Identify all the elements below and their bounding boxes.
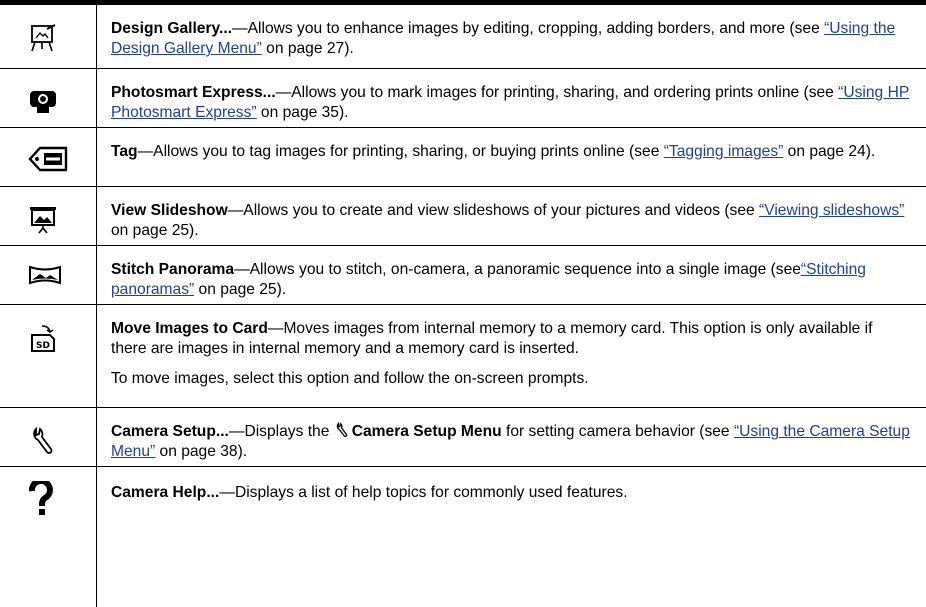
item-description-cont: for setting camera behavior (see (501, 423, 734, 440)
wrench-icon (33, 426, 53, 454)
item-title: Photosmart Express... (111, 84, 276, 101)
row-text: Design Gallery...—Allows you to enhance … (111, 19, 912, 59)
table-row: Tag—Allows you to tag images for printin… (0, 128, 926, 187)
svg-text:SD: SD (36, 341, 50, 351)
item-title: Stitch Panorama (111, 261, 235, 278)
item-description: —Allows you to mark images for printing,… (275, 84, 839, 101)
row-text: Camera Setup...—Displays the Camera Setu… (111, 421, 912, 462)
item-tail: on page 38). (155, 443, 248, 460)
move-to-card-icon: SD (31, 325, 55, 352)
icon-cell (0, 467, 97, 607)
item-description: —Allows you to stitch, on-camera, a pano… (234, 261, 801, 278)
table-row: SD Move Images to Card—Moves images from… (0, 305, 926, 408)
item-title: Move Images to Card (111, 320, 268, 337)
item-title: Design Gallery... (111, 20, 233, 37)
item-note: To move images, select this option and f… (111, 370, 589, 387)
item-description: —Allows you to create and view slideshow… (227, 202, 760, 219)
design-gallery-icon (31, 24, 56, 52)
table-row: Stitch Panorama—Allows you to stitch, on… (0, 246, 926, 305)
icon-cell (0, 187, 97, 245)
item-tail: on page 25). (194, 281, 287, 298)
page-link[interactable]: “Viewing slideshows” (759, 202, 904, 219)
row-text: Move Images to Card—Moves images from in… (111, 319, 912, 389)
item-description: —Allows you to tag images for printing, … (137, 143, 664, 160)
icon-cell (0, 408, 97, 466)
icon-cell (0, 246, 97, 304)
icon-cell (0, 69, 97, 127)
page-link[interactable]: “Tagging images” (664, 143, 784, 160)
item-tail: on page 35). (256, 104, 349, 121)
row-text: Tag—Allows you to tag images for printin… (111, 142, 912, 162)
item-description: —Allows you to enhance images by editing… (232, 20, 825, 37)
item-tail: on page 24). (783, 143, 876, 160)
table-row: View Slideshow—Allows you to create and … (0, 187, 926, 246)
table-row: Camera Help...—Displays a list of help t… (0, 467, 926, 607)
help-icon (28, 481, 53, 515)
icon-cell: SD (0, 305, 97, 407)
menu-name: Camera Setup Menu (351, 423, 502, 440)
row-text: Stitch Panorama—Allows you to stitch, on… (111, 260, 912, 300)
table-row: Design Gallery...—Allows you to enhance … (0, 5, 926, 69)
item-title: Camera Setup... (111, 423, 229, 440)
icon-cell (0, 128, 97, 186)
item-title: Camera Help... (111, 484, 220, 501)
panorama-icon (29, 265, 61, 285)
item-description: —Displays the (228, 423, 334, 440)
item-description: —Displays a list of help topics for comm… (219, 484, 628, 501)
table-row: Camera Setup...—Displays the Camera Setu… (0, 408, 926, 467)
row-text: Camera Help...—Displays a list of help t… (111, 483, 912, 503)
icon-cell (0, 5, 97, 68)
tag-icon (28, 146, 68, 172)
slideshow-icon (30, 207, 56, 234)
item-tail: on page 27). (261, 40, 354, 57)
row-text: Photosmart Express...—Allows you to mark… (111, 83, 912, 123)
photosmart-express-icon (30, 91, 56, 113)
row-text: View Slideshow—Allows you to create and … (111, 201, 912, 241)
item-title: Tag (111, 143, 138, 160)
item-tail: on page 25). (111, 222, 199, 239)
item-title: View Slideshow (111, 202, 228, 219)
table-row: Photosmart Express...—Allows you to mark… (0, 69, 926, 128)
wrench-inline-icon (336, 421, 347, 437)
